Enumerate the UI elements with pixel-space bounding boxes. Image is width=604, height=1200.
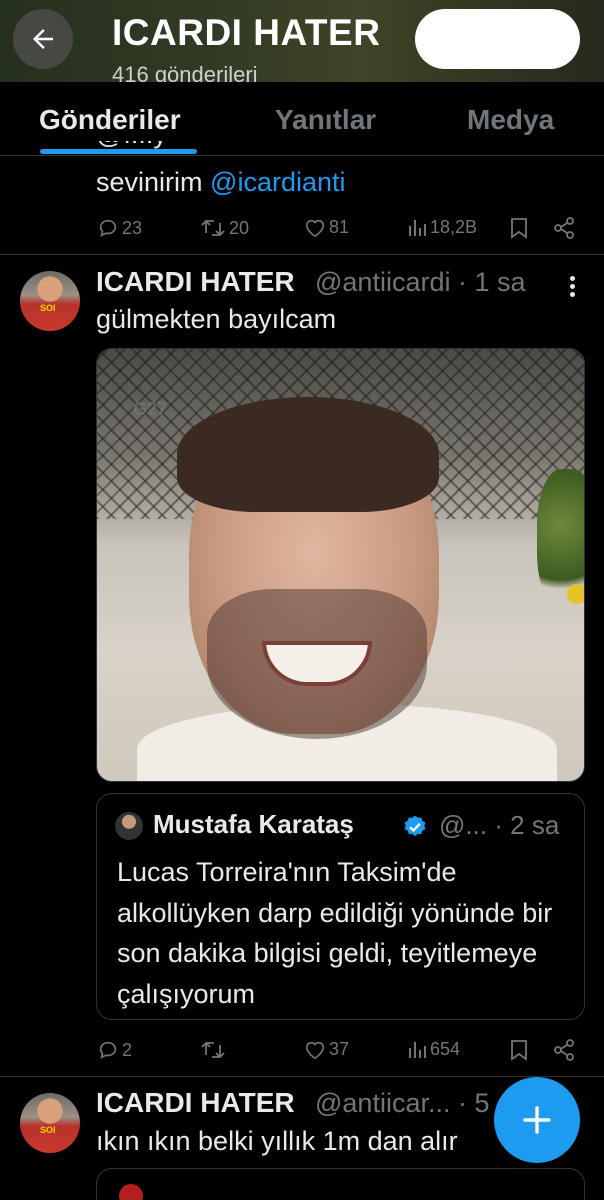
tab-posts[interactable]: Gönderiler <box>39 104 181 136</box>
heart-icon <box>305 1041 325 1059</box>
views-button[interactable]: 18,2B <box>407 217 477 238</box>
tweet-text-cutoff: @ı.ı.y <box>96 141 167 157</box>
reply-icon <box>99 1041 117 1059</box>
quoted-avatar <box>115 812 143 840</box>
profile-tabs: Gönderiler Yanıtlar Medya <box>0 82 604 156</box>
bookmark-icon <box>511 218 527 239</box>
reply-button[interactable]: 2 <box>97 1039 132 1061</box>
back-button[interactable] <box>13 9 73 69</box>
more-options-icon[interactable] <box>570 276 576 300</box>
retweet-button[interactable]: 20 <box>200 217 249 239</box>
bookmark-icon <box>511 1040 527 1061</box>
retweet-icon <box>201 1041 225 1059</box>
heart-icon <box>305 219 325 237</box>
views-chart-icon <box>409 1041 426 1058</box>
tweet-text: sevinirim @icardianti <box>96 167 346 197</box>
tweet-image[interactable]: G27 <box>96 348 585 782</box>
retweet-icon <box>201 219 225 237</box>
share-button[interactable] <box>553 1039 575 1061</box>
verified-badge-icon <box>404 815 426 836</box>
reply-icon <box>99 219 117 237</box>
tweet-text: gülmekten bayılcam <box>96 304 337 334</box>
quoted-text: Lucas Torreira'nın Taksim'de alkollüyken… <box>117 857 553 1009</box>
post-count: 416 gönderileri <box>112 62 258 82</box>
divider <box>0 254 604 255</box>
profile-header: ICARDI HATER 416 gönderileri <box>0 0 604 82</box>
plus-icon <box>523 1106 551 1134</box>
quoted-tweet[interactable]: Mustafa Karataş @... · 2 sa Lucas Torrei… <box>96 793 585 1020</box>
quoted-tweet[interactable] <box>96 1168 585 1200</box>
author-name[interactable]: ICARDI HATER <box>96 1087 295 1119</box>
retweet-button[interactable] <box>200 1039 229 1061</box>
like-button[interactable]: 81 <box>304 217 349 238</box>
reply-button[interactable]: 23 <box>97 217 142 239</box>
arrow-left-icon <box>33 29 53 49</box>
mention-link[interactable]: @icardianti <box>210 167 345 197</box>
quoted-author-handle: @... · 2 sa <box>439 810 560 840</box>
image-watermark: G27 <box>133 399 168 419</box>
compose-button[interactable] <box>494 1077 580 1163</box>
tweet-text: ıkın ıkın belki yıllık 1m dan alır <box>96 1126 458 1156</box>
avatar[interactable]: SOI <box>20 1093 80 1153</box>
follow-button[interactable] <box>415 9 580 69</box>
tab-media[interactable]: Medya <box>467 104 554 136</box>
bookmark-button[interactable] <box>510 1039 528 1061</box>
author-handle[interactable]: @antiicar... · 5 <box>315 1088 489 1119</box>
share-icon <box>554 1039 574 1061</box>
author-name[interactable]: ICARDI HATER <box>96 266 295 298</box>
quoted-author-name: Mustafa Karataş <box>153 809 354 839</box>
divider <box>0 1076 604 1077</box>
profile-title: ICARDI HATER <box>112 12 381 53</box>
avatar[interactable]: SOI <box>20 271 80 331</box>
views-chart-icon <box>409 219 426 236</box>
author-handle[interactable]: @antiicardi · 1 sa <box>315 267 526 298</box>
tab-replies[interactable]: Yanıtlar <box>275 104 376 136</box>
views-button[interactable]: 654 <box>407 1039 460 1060</box>
bookmark-button[interactable] <box>510 217 528 239</box>
share-button[interactable] <box>553 217 575 239</box>
like-button[interactable]: 37 <box>304 1039 349 1060</box>
share-icon <box>554 217 574 239</box>
